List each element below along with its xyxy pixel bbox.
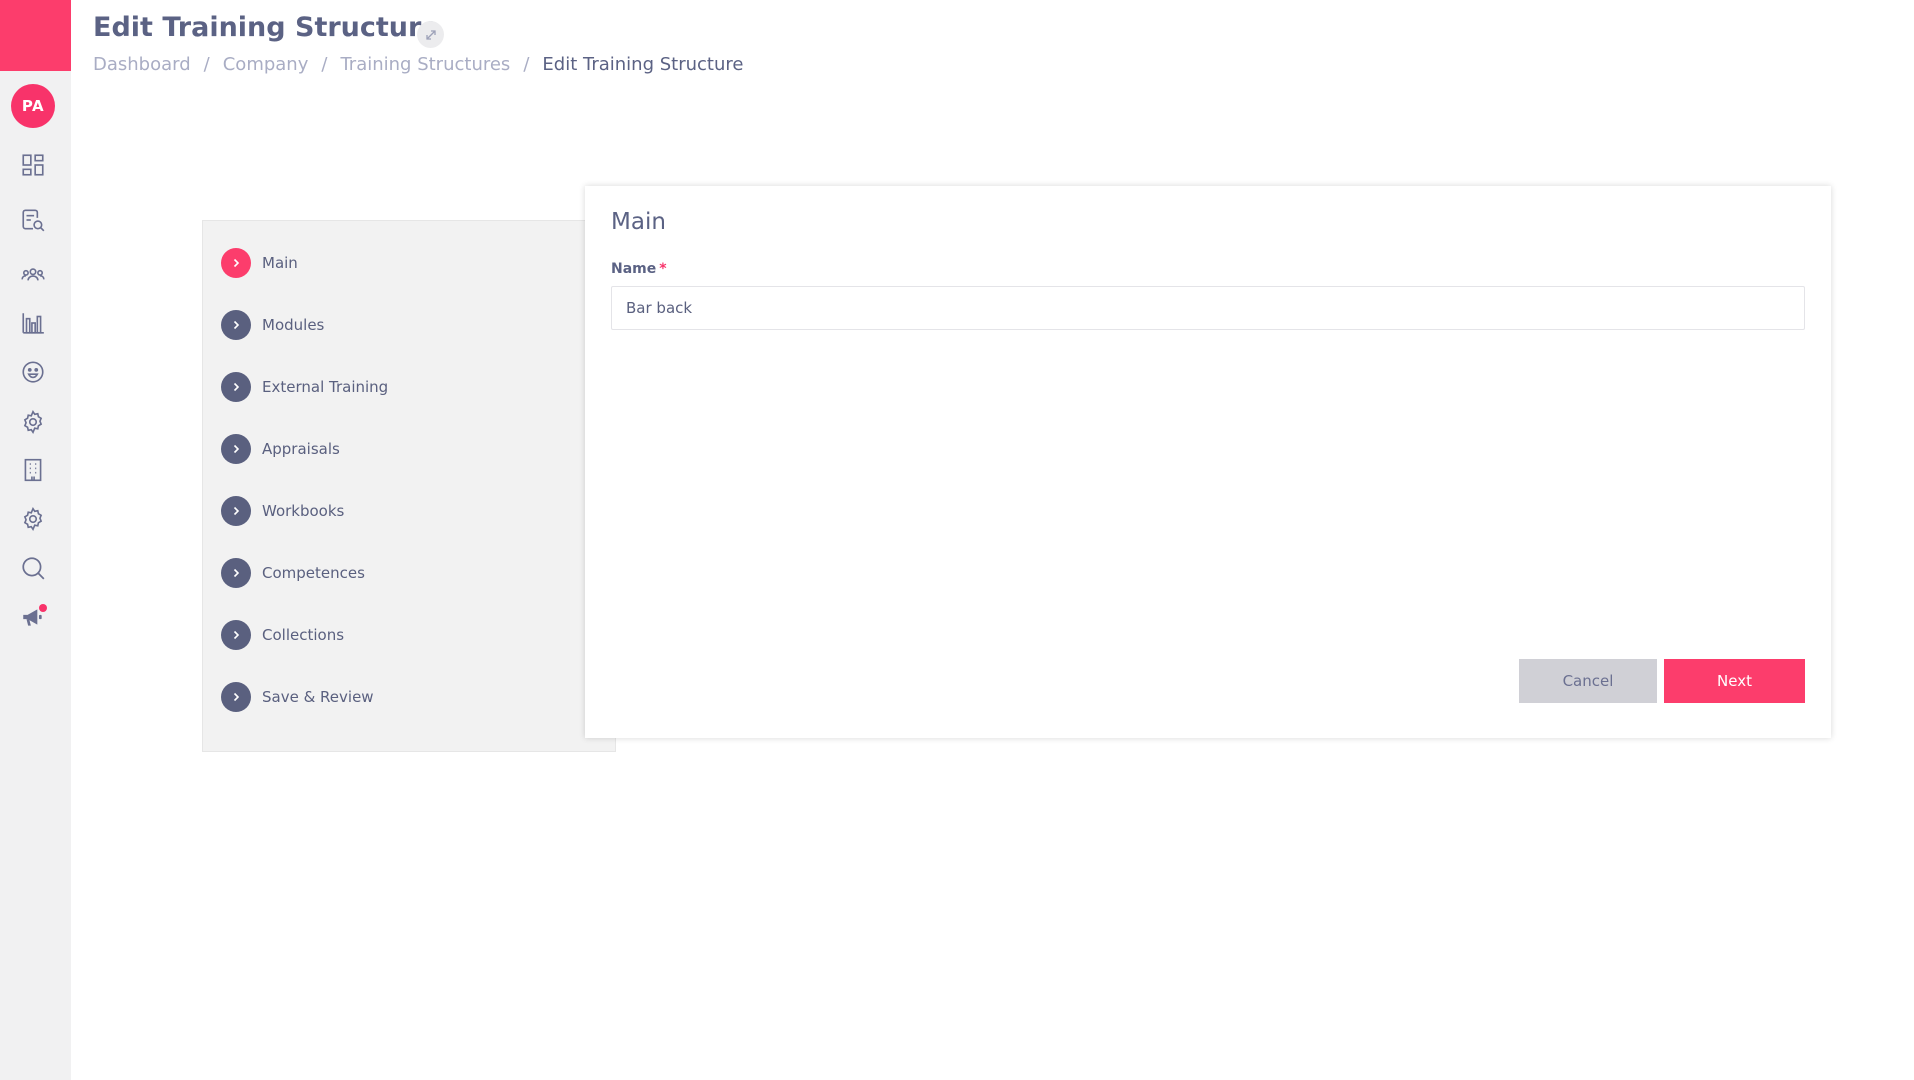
step-collections[interactable]: Collections — [221, 620, 344, 650]
chevron-right-icon — [221, 248, 251, 278]
megaphone-icon[interactable] — [19, 603, 47, 631]
page-title: Edit Training Structure — [93, 12, 440, 43]
step-label: Competences — [262, 564, 365, 582]
notification-dot — [39, 604, 47, 612]
step-label: External Training — [262, 378, 389, 396]
left-sidebar: PA — [0, 0, 71, 1080]
cancel-button[interactable]: Cancel — [1519, 659, 1657, 703]
breadcrumb: Dashboard / Company / Training Structure… — [93, 54, 743, 75]
step-save-review[interactable]: Save & Review — [221, 682, 374, 712]
required-asterisk: * — [659, 261, 667, 277]
bar-chart-icon[interactable] — [19, 309, 47, 337]
step-main[interactable]: Main — [221, 248, 298, 278]
brand-block — [0, 0, 71, 71]
step-modules[interactable]: Modules — [221, 310, 324, 340]
step-label: Collections — [262, 626, 345, 644]
chevron-right-icon — [221, 434, 251, 464]
expand-arrows-icon — [425, 29, 436, 40]
form-card: Main Name* Cancel Next — [585, 186, 1831, 738]
document-search-icon[interactable] — [19, 206, 47, 234]
step-label: Modules — [262, 316, 325, 334]
chevron-right-icon — [221, 372, 251, 402]
breadcrumb-dashboard[interactable]: Dashboard — [93, 54, 191, 75]
settings-gear-icon[interactable] — [19, 505, 47, 533]
next-button[interactable]: Next — [1664, 659, 1805, 703]
breadcrumb-separator: / — [203, 54, 210, 75]
smiley-icon[interactable] — [19, 358, 47, 386]
breadcrumb-separator: / — [523, 54, 530, 75]
gear-icon[interactable] — [19, 408, 47, 436]
building-icon[interactable] — [19, 456, 47, 484]
wizard-steps-panel: Main Modules External Training Appraisal… — [202, 220, 616, 752]
step-label: Main — [262, 254, 298, 272]
user-avatar[interactable]: PA — [11, 84, 55, 128]
breadcrumb-current: Edit Training Structure — [542, 54, 744, 75]
search-icon[interactable] — [19, 554, 47, 582]
users-icon[interactable] — [19, 261, 47, 289]
name-field-label: Name * — [611, 261, 667, 277]
step-label: Save & Review — [262, 688, 374, 706]
name-label-text: Name — [611, 261, 657, 277]
chevron-right-icon — [221, 682, 251, 712]
step-competences[interactable]: Competences — [221, 558, 365, 588]
chevron-right-icon — [221, 558, 251, 588]
chevron-right-icon — [221, 620, 251, 650]
chevron-right-icon — [221, 310, 251, 340]
step-appraisals[interactable]: Appraisals — [221, 434, 340, 464]
step-workbooks[interactable]: Workbooks — [221, 496, 344, 526]
expand-button[interactable] — [417, 21, 444, 48]
breadcrumb-separator: / — [321, 54, 328, 75]
section-title: Main — [611, 209, 666, 235]
chevron-right-icon — [221, 496, 251, 526]
breadcrumb-training-structures[interactable]: Training Structures — [340, 54, 510, 75]
step-external-training[interactable]: External Training — [221, 372, 388, 402]
breadcrumb-company[interactable]: Company — [223, 54, 309, 75]
dashboard-icon[interactable] — [19, 151, 47, 179]
step-label: Workbooks — [262, 502, 345, 520]
step-label: Appraisals — [262, 440, 340, 458]
name-input[interactable] — [611, 286, 1805, 330]
